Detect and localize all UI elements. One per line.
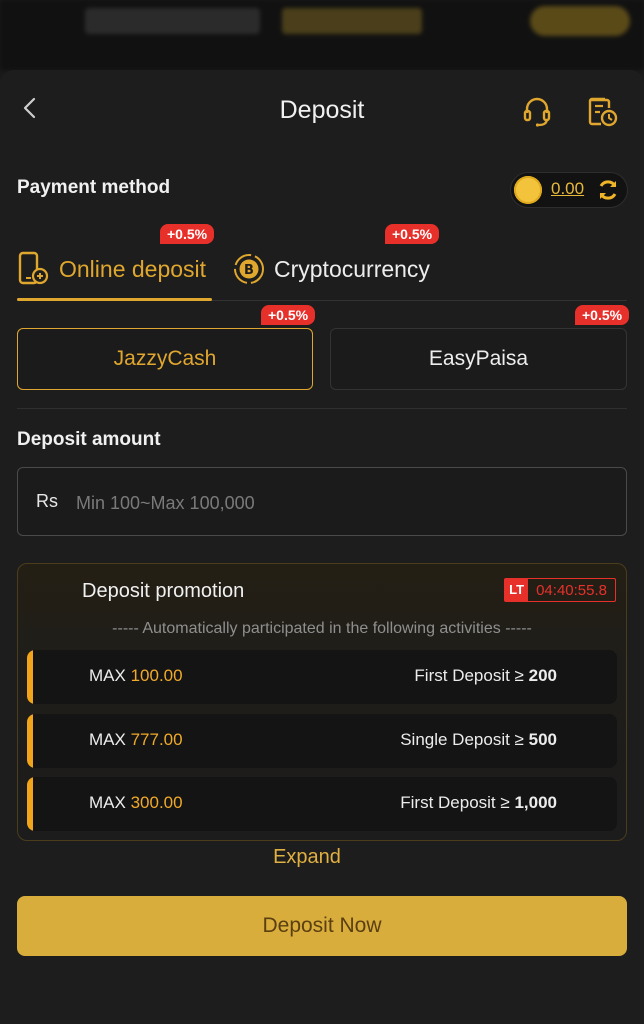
method-easypaisa[interactable]: EasyPaisa [330,328,627,390]
promotion-row: MAX 300.00 First Deposit ≥ 1,000 [27,777,617,831]
expand-link[interactable]: Expand [0,846,614,869]
method-jazzycash-badge: +0.5% [261,305,316,325]
promotion-row: MAX 777.00 Single Deposit ≥ 500 [27,714,617,768]
max-bonus-value: 300.00 [130,793,183,812]
method-jazzycash[interactable]: JazzyCash [17,328,313,390]
timer-value: 04:40:55.8 [536,581,607,599]
amount-field: Rs [17,467,627,536]
tab-active-indicator [17,298,212,301]
deposit-now-button[interactable]: Deposit Now [17,896,627,956]
refresh-icon[interactable] [595,177,621,203]
payment-method-label: Payment method [17,177,171,198]
tab-online-label: Online deposit [59,255,207,282]
tab-online-badge: +0.5% [160,224,215,244]
deposit-threshold: 1,000 [514,793,557,812]
currency-label: Rs [36,491,58,511]
tab-online-deposit[interactable]: Online deposit [17,248,206,290]
method-easypaisa-badge: +0.5% [575,305,630,325]
promotion-row: MAX 100.00 First Deposit ≥ 200 [27,650,617,704]
method-jazzycash-label: JazzyCash [113,347,217,370]
tab-crypto-badge: +0.5% [385,224,440,244]
timer-tag: LT [505,579,529,601]
bitcoin-icon: B [234,254,264,284]
amount-input[interactable] [74,486,598,520]
tab-crypto-label: Cryptocurrency [274,255,430,282]
history-record-icon[interactable] [585,94,619,128]
method-easypaisa-label: EasyPaisa [428,347,529,370]
deposit-sheet [0,70,644,1024]
deposit-promotion-card: Deposit promotion LT 04:40:55.8 ----- Au… [17,563,627,841]
deposit-threshold: 200 [528,666,557,685]
max-bonus-value: 777.00 [130,730,183,749]
coin-icon [514,176,542,204]
section-divider [17,408,627,409]
mobile-deposit-icon [18,251,49,285]
headset-icon[interactable] [520,94,554,128]
promotion-subtitle: ----- Automatically participated in the … [112,620,532,637]
blurred-background-header [0,0,644,70]
balance-value: 0.00 [551,179,585,198]
tab-cryptocurrency[interactable]: B Cryptocurrency [232,248,430,290]
promotion-timer: LT 04:40:55.8 [504,578,616,602]
svg-text:B: B [244,263,254,278]
max-bonus-value: 100.00 [130,666,183,685]
deposit-threshold: 500 [528,730,557,749]
promotion-title: Deposit promotion [82,580,245,602]
deposit-amount-label: Deposit amount [17,429,161,450]
balance-pill: 0.00 [510,172,628,208]
